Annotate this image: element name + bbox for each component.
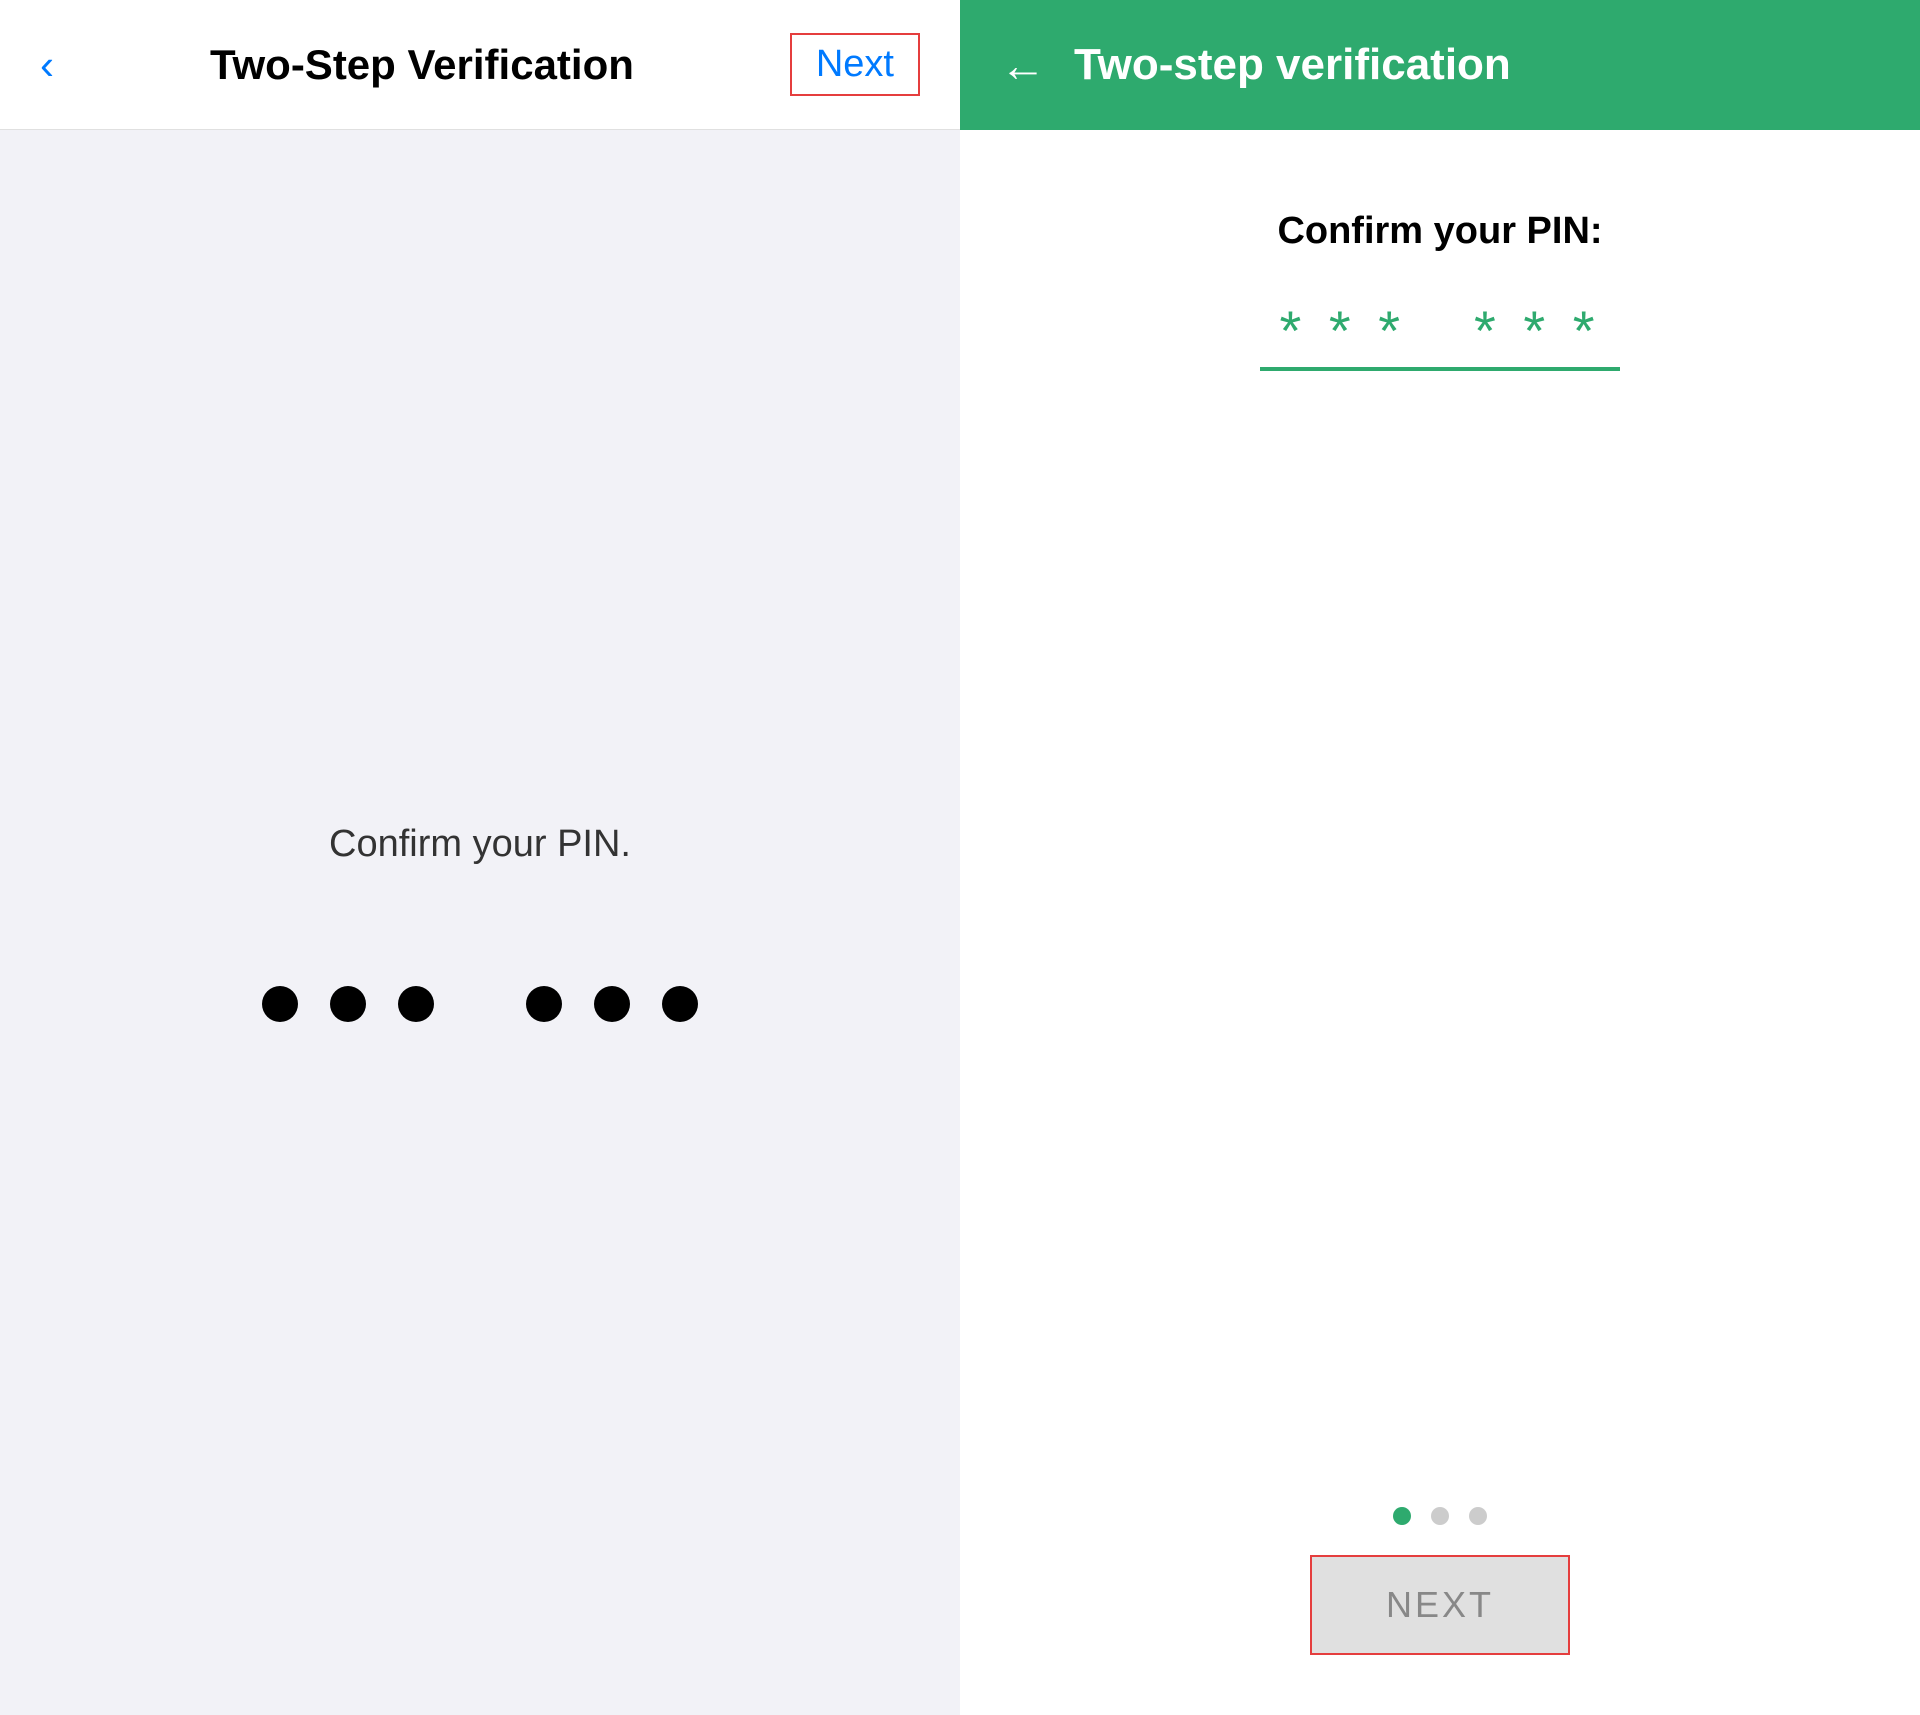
left-header: ‹ Two-Step Verification Next (0, 0, 960, 130)
right-header: ← Two-step verification (960, 0, 1920, 130)
right-title: Two-step verification (1074, 40, 1511, 90)
pin-dot-1 (262, 986, 298, 1022)
pin-asterisks-row: * * * * * * (1280, 303, 1601, 359)
pin-asterisks-group1: * * * (1280, 303, 1407, 359)
page-dot-2 (1431, 1507, 1449, 1525)
left-body: Confirm your PIN. (0, 130, 960, 1715)
pin-dot-5 (594, 986, 630, 1022)
left-title: Two-Step Verification (54, 41, 790, 89)
pagination-dots (1393, 1507, 1487, 1525)
left-panel: ‹ Two-Step Verification Next Confirm you… (0, 0, 960, 1715)
left-back-button[interactable]: ‹ (40, 44, 54, 86)
right-next-button[interactable]: NEXT (1310, 1555, 1570, 1655)
right-back-button[interactable]: ← (1000, 42, 1046, 88)
right-back-icon: ← (1000, 39, 1046, 91)
right-body: Confirm your PIN: * * * * * * NEXT (960, 130, 1920, 1715)
right-prompt: Confirm your PIN: (1277, 210, 1602, 253)
pin-asterisks-group2: * * * (1474, 303, 1601, 359)
pin-dot-4 (526, 986, 562, 1022)
page-dot-3 (1469, 1507, 1487, 1525)
left-back-icon: ‹ (40, 41, 54, 88)
pin-dot-3 (398, 986, 434, 1022)
page-dot-1 (1393, 1507, 1411, 1525)
pin-dot-2 (330, 986, 366, 1022)
pin-dot-6 (662, 986, 698, 1022)
left-next-button[interactable]: Next (790, 33, 920, 96)
pin-input-underline (1260, 367, 1620, 371)
right-panel: ← Two-step verification Confirm your PIN… (960, 0, 1920, 1715)
left-prompt: Confirm your PIN. (329, 823, 631, 866)
pin-dots (262, 986, 698, 1022)
